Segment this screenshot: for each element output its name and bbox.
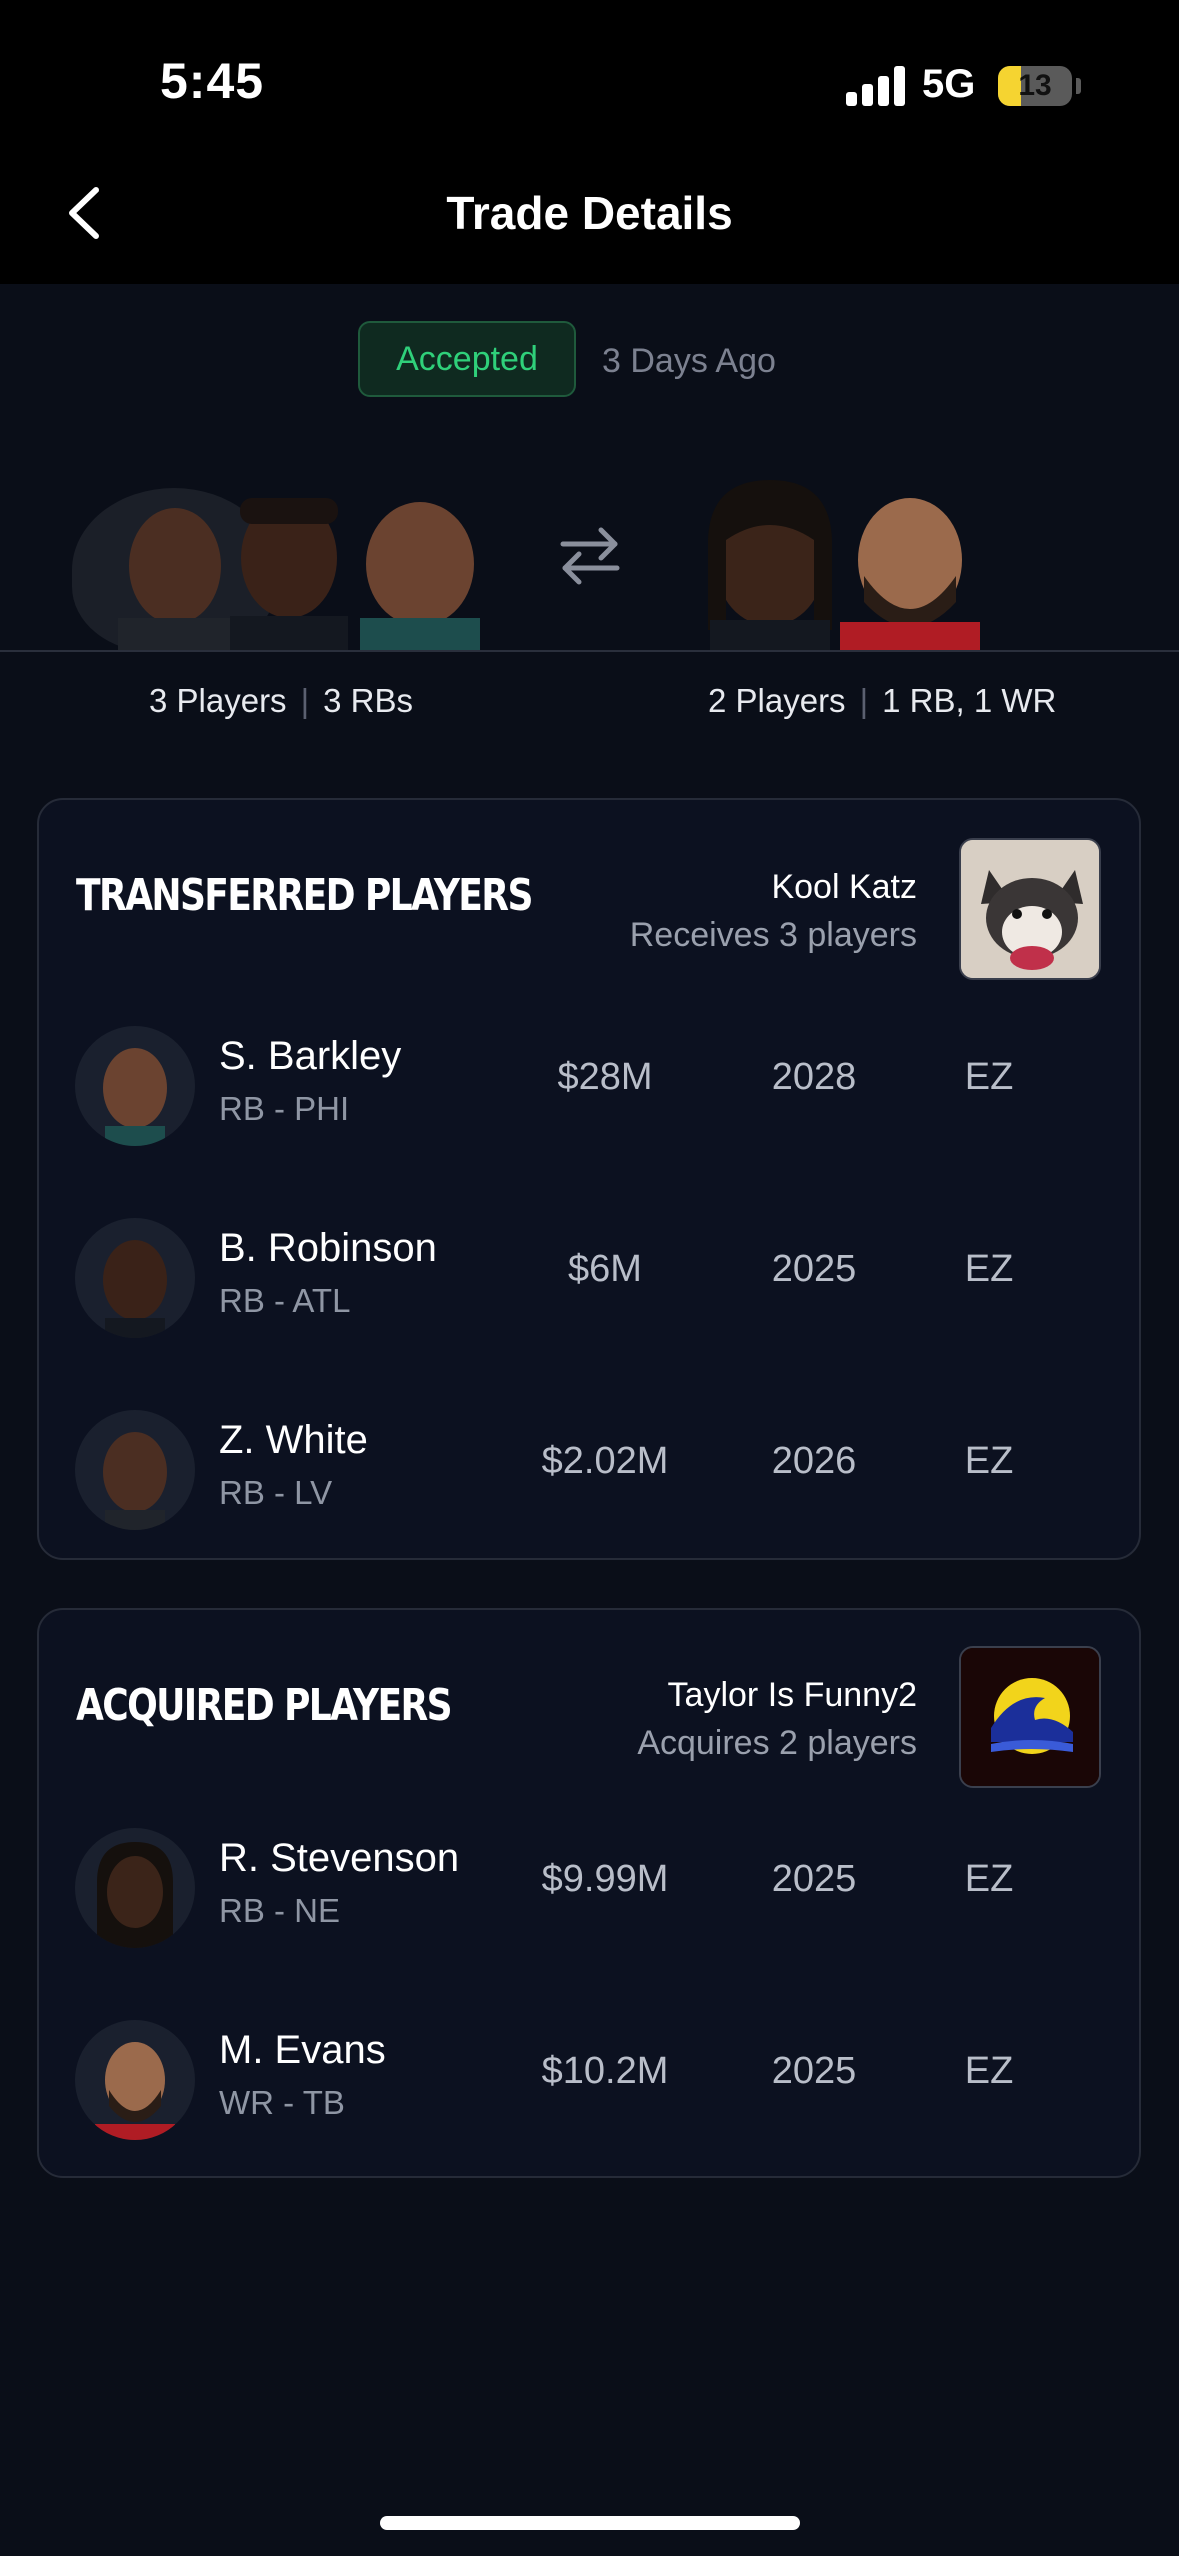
player-name: Z. White (219, 1418, 368, 1462)
player-salary: $10.2M (541, 2050, 669, 2092)
player-contract-year: 2025 (771, 1248, 857, 1290)
battery-tip (1076, 78, 1081, 94)
player-headshot (103, 1432, 167, 1530)
player-tag: EZ (964, 1440, 1014, 1482)
right-summary: 2 Players | 1 RB, 1 WR (708, 682, 1056, 720)
player-photo (118, 508, 232, 652)
player-salary: $9.99M (541, 1858, 669, 1900)
player-photo (840, 498, 980, 652)
player-position: WR - TB (219, 2084, 345, 2121)
player-name: B. Robinson (219, 1226, 437, 1270)
player-avatar (75, 1218, 195, 1338)
player-avatar (75, 1026, 195, 1146)
top-bar (0, 0, 1179, 284)
player-headshot (97, 1842, 173, 1948)
team-name: Taylor Is Funny2 (667, 1676, 917, 1714)
player-tag: EZ (964, 1858, 1014, 1900)
player-avatar (75, 1410, 195, 1530)
separator: | (859, 682, 869, 719)
player-headshot (103, 1240, 167, 1338)
player-row[interactable]: S. Barkley RB - PHI $28M 2028 EZ (39, 1016, 1139, 1156)
team-acquires: Acquires 2 players (637, 1724, 917, 1762)
right-player-count: 2 Players (708, 682, 846, 719)
player-contract-year: 2025 (771, 1858, 857, 1900)
team-name: Kool Katz (771, 868, 917, 906)
player-tag: EZ (964, 2050, 1014, 2092)
home-indicator[interactable] (380, 2516, 800, 2530)
team-avatar[interactable] (959, 1646, 1101, 1788)
acquired-players-card: ACQUIRED PLAYERS Taylor Is Funny2 Acquir… (37, 1608, 1141, 2178)
player-position: RB - PHI (219, 1090, 350, 1127)
player-name: M. Evans (219, 2028, 386, 2072)
left-summary: 3 Players | 3 RBs (149, 682, 413, 720)
left-player-count: 3 Players (149, 682, 287, 719)
status-time: 5:45 (160, 53, 265, 109)
player-row[interactable]: R. Stevenson RB - NE $9.99M 2025 EZ (39, 1818, 1139, 1958)
left-positions: 3 RBs (323, 682, 414, 719)
time-ago: 3 Days Ago (602, 342, 776, 380)
player-row[interactable]: B. Robinson RB - ATL $6M 2025 EZ (39, 1208, 1139, 1348)
player-name: R. Stevenson (219, 1836, 460, 1880)
separator: | (300, 682, 310, 719)
player-salary: $2.02M (541, 1440, 669, 1482)
wave-logo-image (961, 1648, 1099, 1786)
right-positions: 1 RB, 1 WR (882, 682, 1057, 719)
battery-percent: 13 (1018, 69, 1052, 102)
player-photo (230, 498, 348, 652)
player-headshot (103, 1048, 167, 1146)
transferred-players-card: TRANSFERRED PLAYERS Kool Katz Receives 3… (37, 798, 1141, 1560)
status-badge: Accepted (358, 321, 576, 397)
card-title: ACQUIRED PLAYERS (76, 1680, 453, 1731)
player-contract-year: 2026 (771, 1440, 857, 1482)
signal-icon (846, 66, 906, 106)
player-contract-year: 2028 (771, 1056, 857, 1098)
player-position: RB - ATL (219, 1282, 351, 1319)
player-photo (708, 480, 832, 652)
swap-arrows-icon (560, 527, 620, 585)
player-headshot (95, 2042, 175, 2140)
page-title: Trade Details (446, 187, 733, 239)
player-photo (360, 502, 480, 652)
player-row[interactable]: Z. White RB - LV $2.02M 2026 EZ (39, 1400, 1139, 1540)
battery-icon: 13 (998, 66, 1072, 106)
dog-avatar-image (961, 840, 1099, 978)
player-name: S. Barkley (219, 1034, 402, 1078)
player-avatar (75, 1828, 195, 1948)
team-avatar[interactable] (959, 838, 1101, 980)
player-salary: $6M (568, 1248, 642, 1290)
player-avatar (75, 2020, 195, 2140)
team-receives: Receives 3 players (629, 916, 917, 954)
player-salary: $28M (557, 1056, 653, 1098)
player-position: RB - NE (219, 1892, 341, 1929)
card-title: TRANSFERRED PLAYERS (76, 870, 533, 921)
divider (0, 650, 1179, 652)
player-tag: EZ (964, 1056, 1014, 1098)
player-position: RB - LV (219, 1474, 333, 1511)
player-row[interactable]: M. Evans WR - TB $10.2M 2025 EZ (39, 2010, 1139, 2150)
player-contract-year: 2025 (771, 2050, 857, 2092)
network-label: 5G (922, 62, 976, 106)
player-tag: EZ (964, 1248, 1014, 1290)
